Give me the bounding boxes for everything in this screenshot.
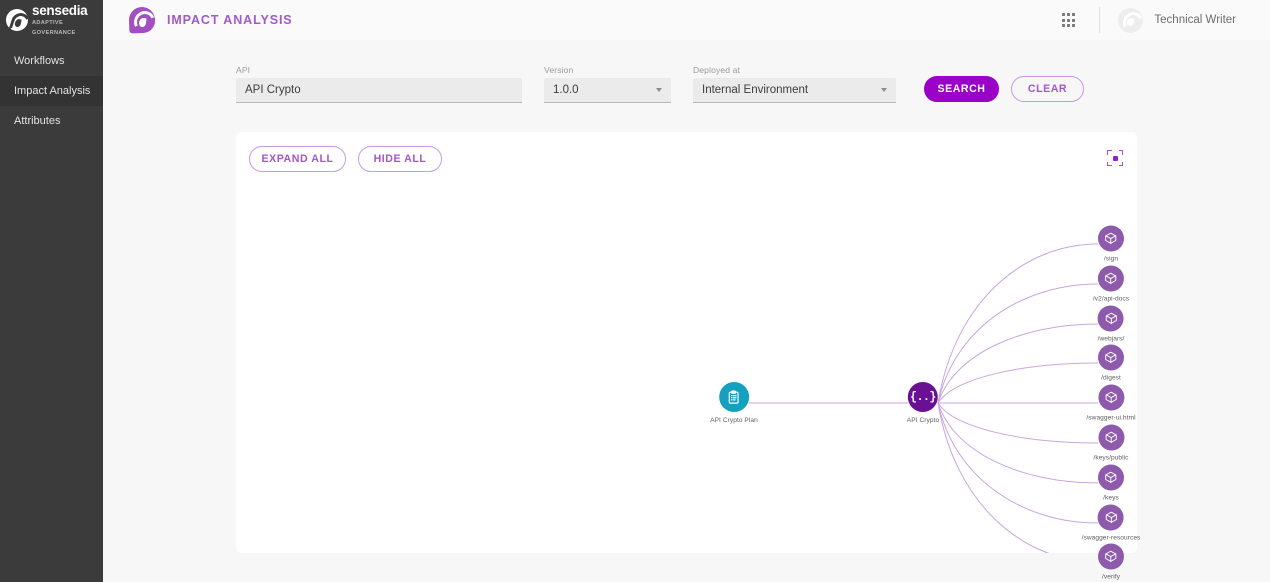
cube-icon [1098,505,1124,531]
brand-subtitle-line1: ADAPTIVE [32,19,87,27]
version-field-label: Version [544,65,671,75]
impact-analysis-page: sensedia ADAPTIVE GOVERNANCE Workflows I… [0,0,1270,582]
version-select[interactable]: 1.0.0 [544,78,671,103]
graph-node-plan[interactable]: API Crypto Plan [710,382,758,424]
cube-icon [1098,465,1124,491]
api-field: API API Crypto [236,65,522,103]
cube-icon [1098,226,1124,252]
graph-node-label: /sign [1104,256,1118,263]
graph-node-label: /keys [1103,495,1119,502]
graph-node-label: /digest [1101,375,1121,382]
graph-edges [236,132,1137,553]
brand-name: sensedia [32,4,87,18]
deployed-at-field: Deployed at Internal Environment [693,65,896,103]
top-header: IMPACT ANALYSIS Technical Writer [103,0,1270,40]
graph-edge [938,403,1098,553]
graph-node-r9[interactable]: /verify [1098,544,1124,581]
graph-node-label: /webjars/ [1098,336,1125,343]
graph-node-label: /verify [1102,574,1120,581]
search-button[interactable]: SEARCH [924,76,999,102]
graph-node-r3[interactable]: /webjars/ [1098,306,1125,343]
graph-edge [938,244,1098,403]
graph-node-r7[interactable]: /keys [1098,465,1124,502]
version-select-value: 1.0.0 [553,84,650,96]
graph-node-r5[interactable]: /swagger-ui.html [1086,385,1135,422]
cube-icon [1098,306,1124,332]
graph-node-api[interactable]: {..} API Crypto [907,382,939,424]
graph-node-r1[interactable]: /sign [1098,226,1124,263]
graph-node-r2[interactable]: /v2/api-docs [1093,266,1129,303]
brand-subtitle-line2: GOVERNANCE [32,29,87,37]
graph-node-r4[interactable]: /digest [1098,345,1124,382]
cube-icon [1098,425,1124,451]
deployed-at-select-value: Internal Environment [702,84,875,96]
impact-analysis-logo-icon [129,7,155,33]
sensedia-logo: sensedia ADAPTIVE GOVERNANCE [0,0,103,40]
api-input-value: API Crypto [245,84,513,96]
graph-node-label: /swagger-resources [1082,535,1141,542]
sidebar-item-attributes[interactable]: Attributes [0,106,103,136]
sidebar-item-label: Impact Analysis [14,85,90,97]
apps-grid-icon[interactable] [1062,13,1075,26]
sensedia-logo-mark [6,9,28,31]
graph-node-r6[interactable]: /keys/public [1093,425,1128,462]
clipboard-icon [719,382,749,412]
filter-bar: API API Crypto Version 1.0.0 Deployed at… [236,65,1084,103]
deployed-at-select[interactable]: Internal Environment [693,78,896,103]
user-name: Technical Writer [1154,14,1236,26]
header-divider [1099,7,1100,33]
api-input[interactable]: API Crypto [236,78,522,103]
page-title: IMPACT ANALYSIS [167,13,293,27]
graph-node-label: /swagger-ui.html [1086,415,1135,422]
sidebar-item-impact-analysis[interactable]: Impact Analysis [0,76,103,106]
graph-edge [938,363,1098,403]
sidebar-item-workflows[interactable]: Workflows [0,46,103,76]
graph-node-label: API Crypto Plan [710,417,758,424]
chevron-down-icon [656,88,662,92]
graph-node-label: /v2/api-docs [1093,296,1129,303]
content-area: API API Crypto Version 1.0.0 Deployed at… [103,40,1270,582]
graph-edge [938,403,1098,443]
sidebar-item-label: Workflows [14,55,65,67]
clear-button[interactable]: CLEAR [1011,76,1084,102]
cube-icon [1098,544,1124,570]
sidebar: sensedia ADAPTIVE GOVERNANCE Workflows I… [0,0,103,582]
cube-icon [1098,345,1124,371]
graph-node-r8[interactable]: /swagger-resources [1082,505,1141,542]
graph-node-label: API Crypto [907,417,939,424]
version-field: Version 1.0.0 [544,65,671,103]
graph-node-label: /keys/public [1093,455,1128,462]
impact-graph-card: EXPAND ALL HIDE ALL API Crypto Plan{..}A… [236,132,1137,553]
deployed-at-field-label: Deployed at [693,65,896,75]
avatar[interactable] [1118,8,1143,33]
cube-icon [1098,385,1124,411]
sidebar-item-label: Attributes [14,115,60,127]
chevron-down-icon [881,88,887,92]
braces-icon: {..} [908,382,938,412]
cube-icon [1098,266,1124,292]
api-field-label: API [236,65,522,75]
impact-graph: API Crypto Plan {..} API Crypto /sign /v2/… [236,132,1137,553]
